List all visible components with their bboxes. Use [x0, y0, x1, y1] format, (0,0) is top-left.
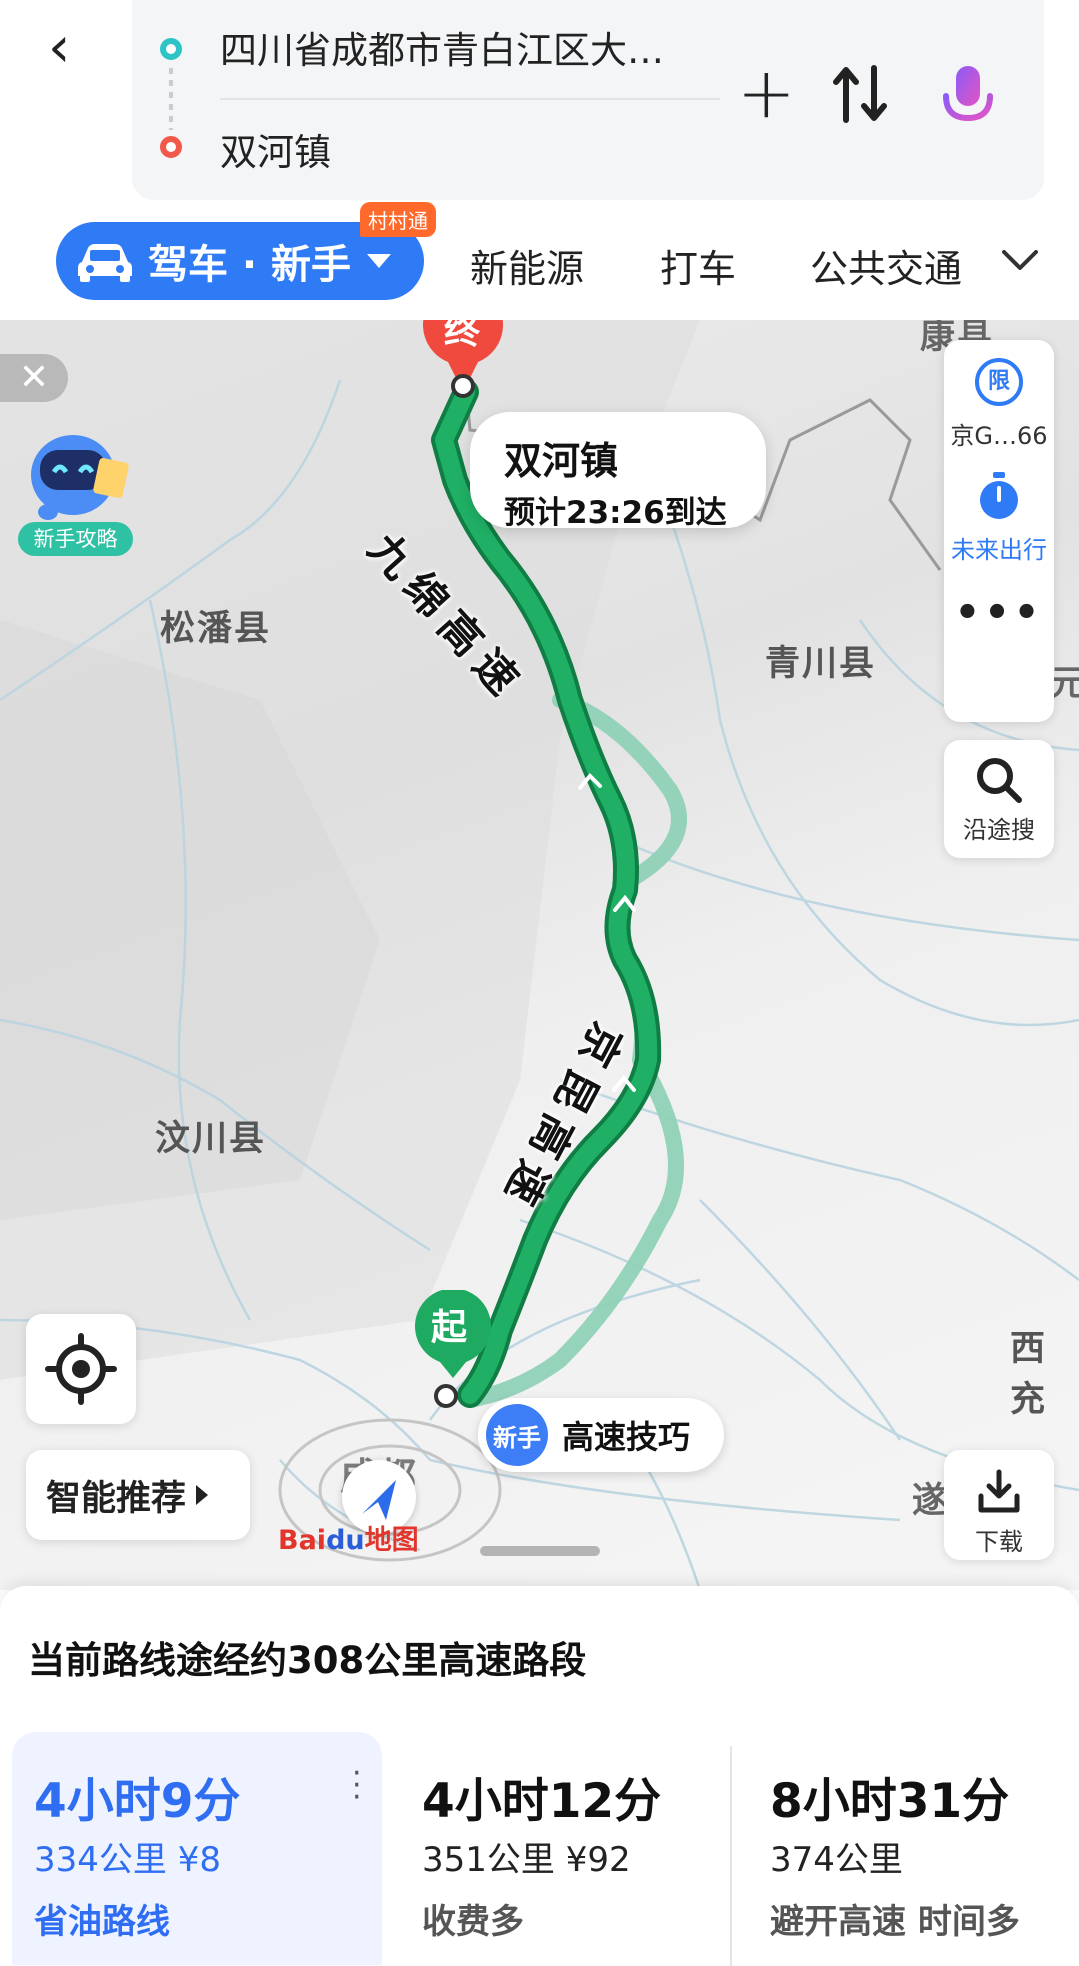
end-location-field[interactable]: 双河镇	[220, 122, 331, 176]
swap-route-icon[interactable]	[832, 62, 888, 126]
search-along-button[interactable]: 沿途搜	[944, 740, 1054, 858]
car-icon	[78, 244, 132, 282]
map-label-songpan: 松潘县	[160, 609, 272, 649]
microphone-icon[interactable]	[938, 62, 998, 134]
tab-taxi[interactable]: 打车	[660, 238, 736, 293]
tab-public-transit[interactable]: 公共交通	[810, 238, 970, 293]
play-triangle-icon	[196, 1485, 209, 1505]
map-label-xichong: 西充	[1010, 1329, 1048, 1420]
route-menu-icon[interactable]: · · ·	[352, 1759, 362, 1813]
route-time: 4小时12分	[422, 1774, 662, 1829]
map-view[interactable]: 康县 松潘县 青川县 元 汶川县 西充 遂 九绵高速 京昆高速 终 双河镇 预计…	[0, 320, 1079, 1590]
route-connector	[169, 68, 173, 130]
tab-new-energy[interactable]: 新能源	[470, 238, 584, 293]
future-trip-label: 未来出行	[951, 536, 1047, 564]
divider	[730, 1746, 732, 1966]
end-dot-icon	[160, 136, 182, 158]
baidu-map-logo: Baidu地图	[278, 1525, 419, 1556]
start-pin-label: 起	[431, 1307, 468, 1348]
route-time: 8小时31分	[770, 1774, 1010, 1829]
newbie-tag: 新手	[486, 1404, 548, 1466]
traffic-limit-button[interactable]: 限 京G…66	[944, 358, 1054, 451]
download-label: 下载	[975, 1528, 1023, 1556]
route-distance: 334公里 ¥8	[34, 1840, 221, 1880]
robot-mascot-icon	[31, 435, 129, 520]
limit-icon: 限	[975, 358, 1023, 406]
ellipsis-icon: •••	[954, 590, 1044, 636]
transport-mode-tabs: 驾车 · 新手 村村通 新能源 打车 公共交通	[0, 202, 1079, 302]
dropdown-caret-icon	[367, 254, 392, 268]
map-label-yuan: 元	[1050, 664, 1079, 704]
highway-tips-chip[interactable]: 新手 高速技巧	[478, 1398, 724, 1472]
top-bar: ‹ 四川省成都市青白江区大… 双河镇 + 驾车 · 新手 村村通 新能源 打车 …	[0, 0, 1079, 320]
back-chevron-icon[interactable]: ‹	[48, 18, 98, 78]
divider	[220, 98, 720, 100]
plate-text: 京G…66	[950, 422, 1048, 450]
smart-recommend-button[interactable]: 智能推荐	[26, 1450, 250, 1540]
stopwatch-icon	[980, 472, 1018, 519]
smart-recommend-label: 智能推荐	[46, 1478, 187, 1519]
start-location-field[interactable]: 四川省成都市青白江区大…	[220, 20, 700, 74]
newbie-guide-widget[interactable]: 新手攻略	[18, 420, 133, 570]
map-label-qingchuan: 青川县	[765, 644, 877, 684]
drag-handle[interactable]	[480, 1546, 600, 1556]
close-icon[interactable]: ✕	[0, 354, 68, 402]
download-icon	[978, 1469, 1020, 1513]
search-along-label: 沿途搜	[963, 816, 1035, 844]
map-label-wenchuan: 汶川县	[155, 1119, 267, 1159]
highway-tips-label: 高速技巧	[562, 1418, 691, 1456]
route-distance: 351公里 ¥92	[422, 1840, 631, 1880]
route-option[interactable]: 4小时9分 · · · 334公里 ¥8 省油路线	[12, 1732, 382, 1965]
village-badge: 村村通	[360, 202, 436, 237]
more-options-button[interactable]: •••	[944, 590, 1054, 636]
start-dot-icon	[160, 38, 182, 60]
route-summary-panel: 当前路线途经约308公里高速路段 4小时9分 · · · 334公里 ¥8 省油路线…	[0, 1586, 1079, 1966]
route-distance: 374公里	[770, 1840, 903, 1880]
route-tag: 省油路线	[34, 1902, 170, 1942]
add-waypoint-button[interactable]: +	[737, 58, 796, 128]
destination-name: 双河镇	[504, 439, 619, 483]
map-tools-panel: 限 京G…66 未来出行 •••	[944, 340, 1054, 722]
locate-me-button[interactable]	[26, 1314, 136, 1424]
end-pin-label: 终	[444, 320, 481, 352]
route-option[interactable]: 4小时12分 351公里 ¥92 收费多	[400, 1732, 730, 1965]
route-tag: 收费多	[422, 1902, 524, 1942]
highway-note: 当前路线途经约308公里高速路段	[28, 1639, 587, 1682]
route-tag: 避开高速 时间多	[770, 1902, 1020, 1942]
newbie-guide-label: 新手攻略	[18, 522, 133, 556]
destination-bubble[interactable]: 双河镇 预计23:26到达	[470, 412, 766, 531]
destination-eta: 预计23:26到达	[504, 495, 727, 531]
tab-drive-label: 驾车 · 新手	[148, 242, 352, 288]
future-trip-button[interactable]: 未来出行	[944, 470, 1054, 565]
search-icon	[977, 758, 1022, 803]
download-button[interactable]: 下载	[944, 1450, 1054, 1560]
chevron-down-icon[interactable]	[1000, 244, 1040, 274]
locate-icon	[45, 1333, 117, 1405]
route-input-card: 四川省成都市青白江区大… 双河镇 +	[132, 0, 1044, 200]
route-time: 4小时9分	[34, 1774, 241, 1829]
route-option[interactable]: 8小时31分 374公里 避开高速 时间多	[748, 1732, 1079, 1965]
